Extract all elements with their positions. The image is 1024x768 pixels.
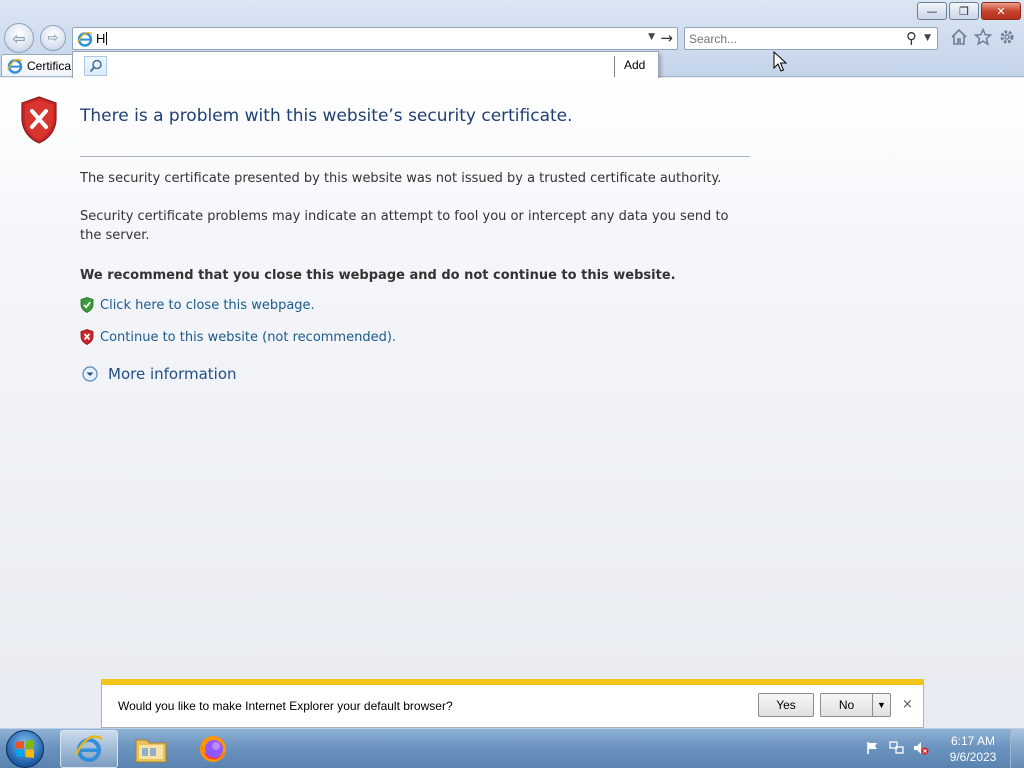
certificate-risk-warning: Security certificate problems may indica… [80, 209, 729, 243]
back-arrow-icon: ⇦ [12, 28, 26, 48]
home-icon[interactable] [948, 26, 970, 48]
address-dropdown-icon[interactable]: ▼ [648, 32, 655, 42]
address-suggestion-dropdown: Add [72, 51, 659, 81]
expand-chevron-icon[interactable] [82, 366, 98, 382]
more-information-link[interactable]: More information [108, 365, 237, 383]
search-dropdown-icon[interactable]: ▼ [924, 33, 931, 43]
certificate-issuer-warning: The security certificate presented by th… [80, 171, 722, 186]
more-information-row[interactable]: More information [82, 365, 237, 383]
taskbar-windows-explorer[interactable] [122, 730, 180, 768]
clock-time: 6:17 AM [950, 734, 996, 748]
maximize-button[interactable]: ❐ [949, 2, 979, 20]
close-webpage-link[interactable]: Click here to close this webpage. [100, 298, 315, 313]
search-input[interactable] [689, 30, 889, 47]
close-webpage-row: Click here to close this webpage. [80, 297, 315, 313]
search-box[interactable]: ⚲ ▼ [684, 27, 938, 50]
tab-title: Certifica [27, 59, 72, 73]
ie-page-icon [77, 31, 93, 47]
add-search-provider-button[interactable]: Add [619, 58, 650, 72]
ie-tab-icon [7, 58, 23, 74]
address-input[interactable]: H [96, 31, 107, 46]
address-bar[interactable]: H ▼ → [72, 27, 678, 50]
clock[interactable]: 6:17 AM 9/6/2023 [942, 733, 1004, 765]
no-button[interactable]: No [820, 693, 873, 717]
firefox-icon [200, 736, 226, 762]
minimize-button[interactable]: — [917, 2, 947, 20]
green-shield-check-icon [80, 297, 94, 313]
clock-date: 9/6/2023 [949, 750, 997, 764]
page-content: There is a problem with this website’s s… [0, 78, 1024, 728]
continue-website-row: Continue to this website (not recommende… [80, 329, 396, 345]
folder-icon [135, 739, 167, 763]
page-title: There is a problem with this website’s s… [80, 106, 573, 126]
forward-arrow-icon: ⇨ [47, 30, 59, 46]
favorites-star-icon[interactable] [972, 26, 994, 48]
notification-message: Would you like to make Internet Explorer… [118, 699, 453, 713]
system-tray [864, 739, 930, 757]
magnifier-icon [89, 59, 102, 73]
go-arrow-icon[interactable]: → [660, 29, 673, 47]
no-options-dropdown-icon[interactable]: ▼ [873, 693, 891, 717]
search-icon[interactable]: ⚲ [906, 29, 917, 47]
forward-button[interactable]: ⇨ [40, 25, 66, 51]
windows-logo-icon [16, 740, 34, 758]
network-icon[interactable] [888, 739, 906, 757]
default-browser-notification: Would you like to make Internet Explorer… [101, 679, 924, 728]
notification-close-icon[interactable]: × [902, 697, 913, 712]
close-window-button[interactable]: ✕ [981, 2, 1021, 20]
red-shield-x-icon [80, 329, 94, 345]
security-error-shield-icon [21, 96, 57, 144]
window-controls: — ❐ ✕ [917, 2, 1021, 20]
suggest-search-button[interactable] [84, 56, 107, 76]
continue-to-website-link[interactable]: Continue to this website (not recommende… [100, 330, 396, 345]
action-center-flag-icon[interactable] [864, 739, 882, 757]
show-desktop-button[interactable] [1010, 729, 1024, 768]
taskbar-firefox[interactable] [184, 730, 242, 768]
back-button[interactable]: ⇦ [4, 23, 34, 53]
mouse-pointer-icon [773, 51, 788, 72]
volume-muted-icon[interactable] [912, 739, 930, 757]
suggest-separator [614, 56, 615, 77]
tools-gear-icon[interactable] [996, 26, 1018, 48]
internet-explorer-icon [74, 735, 103, 762]
recommendation-text: We recommend that you close this webpage… [80, 268, 676, 283]
title-divider [80, 156, 750, 157]
taskbar-internet-explorer[interactable] [60, 730, 118, 768]
yes-button[interactable]: Yes [758, 693, 814, 717]
taskbar: 6:17 AM 9/6/2023 [0, 728, 1024, 768]
start-button[interactable] [6, 730, 44, 768]
